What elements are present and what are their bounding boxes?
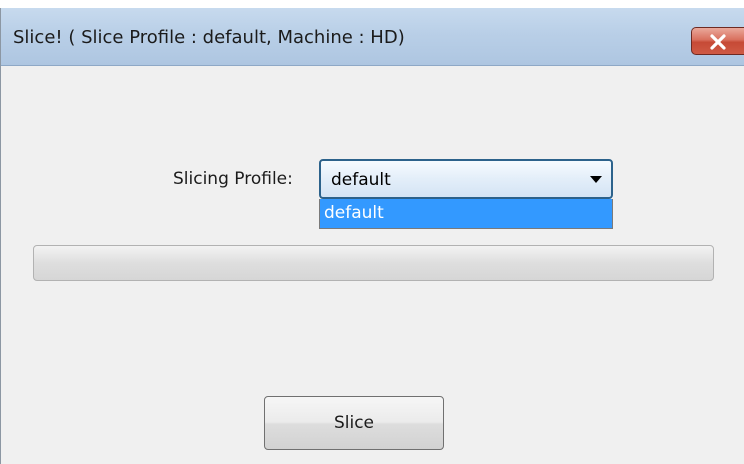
slice-progress-bar [33, 245, 714, 281]
slicing-profile-label: Slicing Profile: [173, 169, 293, 189]
close-x-icon [710, 34, 726, 50]
close-button[interactable] [691, 27, 744, 55]
window-title: Slice! ( Slice Profile : default, Machin… [13, 27, 405, 48]
slicing-profile-select[interactable]: default [319, 159, 613, 199]
slice-button[interactable]: Slice [264, 396, 444, 450]
slice-dialog: Slice! ( Slice Profile : default, Machin… [0, 8, 744, 464]
triangle-down-icon [590, 176, 602, 183]
slicing-profile-selected-value: default [331, 170, 391, 190]
slicing-profile-dropdown-list: default [319, 199, 613, 229]
title-bar[interactable]: Slice! ( Slice Profile : default, Machin… [1, 8, 744, 66]
dialog-content: Slicing Profile: default default Slice [1, 66, 744, 464]
dropdown-option-default[interactable]: default [320, 199, 612, 228]
